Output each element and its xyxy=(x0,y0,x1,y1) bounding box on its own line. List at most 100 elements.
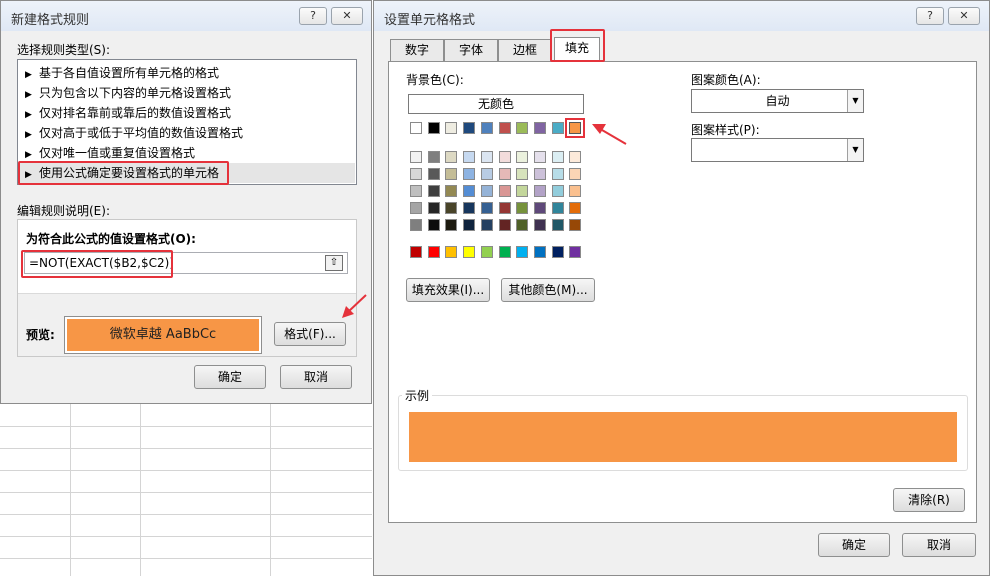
color-swatch[interactable] xyxy=(498,185,511,197)
color-swatch[interactable] xyxy=(445,122,458,134)
color-swatch[interactable] xyxy=(463,151,476,163)
fill-effects-button[interactable]: 填充效果(I)... xyxy=(406,278,490,302)
color-swatch[interactable] xyxy=(565,118,586,138)
color-swatch[interactable] xyxy=(410,219,422,231)
rule-item[interactable]: ▶ 仅对排名靠前或靠后的数值设置格式 xyxy=(19,103,355,123)
pattern-color-select[interactable]: 自动 ▼ xyxy=(691,89,864,113)
color-swatch[interactable] xyxy=(516,219,529,231)
color-swatch[interactable] xyxy=(516,185,529,197)
chevron-down-icon[interactable]: ▼ xyxy=(847,90,863,112)
color-swatch[interactable] xyxy=(516,122,529,134)
color-swatch[interactable] xyxy=(551,185,564,197)
more-colors-button[interactable]: 其他颜色(M)... xyxy=(501,278,595,302)
color-swatch[interactable] xyxy=(463,122,476,134)
ok-button[interactable]: 确定 xyxy=(194,365,266,389)
help-button[interactable]: ? xyxy=(299,7,327,25)
color-swatch[interactable] xyxy=(533,122,546,134)
color-swatch[interactable] xyxy=(569,202,582,214)
color-swatch[interactable] xyxy=(445,202,458,214)
color-swatch[interactable] xyxy=(427,151,440,163)
color-swatch[interactable] xyxy=(569,168,582,180)
cancel-button[interactable]: 取消 xyxy=(902,533,976,557)
color-swatch[interactable] xyxy=(498,219,511,231)
no-color-button[interactable]: 无颜色 xyxy=(408,94,584,114)
color-swatch[interactable] xyxy=(445,168,458,180)
color-swatch[interactable] xyxy=(569,246,582,258)
rule-item[interactable]: ▶ 仅对高于或低于平均值的数值设置格式 xyxy=(19,123,355,143)
color-swatch[interactable] xyxy=(410,122,422,134)
tab-font[interactable]: 字体 xyxy=(444,39,498,61)
color-swatch[interactable] xyxy=(463,185,476,197)
rule-item[interactable]: ▶ 基于各自值设置所有单元格的格式 xyxy=(19,63,355,83)
close-button[interactable]: ✕ xyxy=(948,7,980,25)
color-swatch[interactable] xyxy=(533,246,546,258)
color-swatch[interactable] xyxy=(551,122,564,134)
color-swatch[interactable] xyxy=(480,122,493,134)
color-swatch[interactable] xyxy=(427,185,440,197)
color-swatch[interactable] xyxy=(533,151,546,163)
color-swatch[interactable] xyxy=(533,185,546,197)
color-swatch[interactable] xyxy=(516,168,529,180)
color-swatch[interactable] xyxy=(498,168,511,180)
color-swatch[interactable] xyxy=(551,219,564,231)
sample-preview xyxy=(409,412,957,462)
color-swatch[interactable] xyxy=(427,246,440,258)
color-swatch[interactable] xyxy=(569,219,582,231)
color-swatch[interactable] xyxy=(410,151,422,163)
color-swatch[interactable] xyxy=(516,151,529,163)
rule-item[interactable]: ▶ 仅对唯一值或重复值设置格式 xyxy=(19,143,355,163)
color-swatch[interactable] xyxy=(445,219,458,231)
color-swatch[interactable] xyxy=(463,168,476,180)
color-swatch[interactable] xyxy=(480,168,493,180)
color-swatch[interactable] xyxy=(480,219,493,231)
color-swatch[interactable] xyxy=(427,219,440,231)
color-swatch[interactable] xyxy=(445,185,458,197)
color-swatch[interactable] xyxy=(427,122,440,134)
chevron-down-icon[interactable]: ▼ xyxy=(847,139,863,161)
ok-button[interactable]: 确定 xyxy=(818,533,890,557)
collapse-dialog-button[interactable]: ⇧ xyxy=(325,255,343,271)
color-swatch[interactable] xyxy=(498,246,511,258)
tab-number[interactable]: 数字 xyxy=(390,39,444,61)
tab-border[interactable]: 边框 xyxy=(498,39,552,61)
color-swatch[interactable] xyxy=(410,246,422,258)
color-swatch[interactable] xyxy=(410,202,422,214)
color-swatch[interactable] xyxy=(445,151,458,163)
color-swatch[interactable] xyxy=(551,202,564,214)
color-swatch[interactable] xyxy=(498,122,511,134)
color-swatch[interactable] xyxy=(480,246,493,258)
format-button[interactable]: 格式(F)... xyxy=(274,322,346,346)
color-swatch[interactable] xyxy=(427,202,440,214)
color-swatch[interactable] xyxy=(480,185,493,197)
color-swatch[interactable] xyxy=(463,219,476,231)
color-swatch[interactable] xyxy=(516,202,529,214)
background-color-label: 背景色(C): xyxy=(406,73,464,87)
color-swatch[interactable] xyxy=(533,202,546,214)
preview-box: 微软卓越 AaBbCc xyxy=(64,316,262,354)
close-button[interactable]: ✕ xyxy=(331,7,363,25)
color-swatch[interactable] xyxy=(463,202,476,214)
color-swatch[interactable] xyxy=(463,246,476,258)
sample-group xyxy=(398,395,968,471)
cancel-button[interactable]: 取消 xyxy=(280,365,352,389)
color-swatch[interactable] xyxy=(516,246,529,258)
color-swatch[interactable] xyxy=(427,168,440,180)
color-swatch[interactable] xyxy=(445,246,458,258)
color-swatch[interactable] xyxy=(569,185,582,197)
color-swatch[interactable] xyxy=(533,168,546,180)
color-swatch[interactable] xyxy=(569,151,582,163)
pattern-style-select[interactable]: ▼ xyxy=(691,138,864,162)
color-swatch[interactable] xyxy=(551,246,564,258)
color-swatch[interactable] xyxy=(498,202,511,214)
color-swatch[interactable] xyxy=(480,151,493,163)
help-button[interactable]: ? xyxy=(916,7,944,25)
color-swatch[interactable] xyxy=(480,202,493,214)
color-swatch[interactable] xyxy=(551,151,564,163)
color-swatch[interactable] xyxy=(410,185,422,197)
clear-button[interactable]: 清除(R) xyxy=(893,488,965,512)
color-swatch[interactable] xyxy=(533,219,546,231)
color-swatch[interactable] xyxy=(410,168,422,180)
rule-item[interactable]: ▶ 只为包含以下内容的单元格设置格式 xyxy=(19,83,355,103)
color-swatch[interactable] xyxy=(551,168,564,180)
color-swatch[interactable] xyxy=(498,151,511,163)
